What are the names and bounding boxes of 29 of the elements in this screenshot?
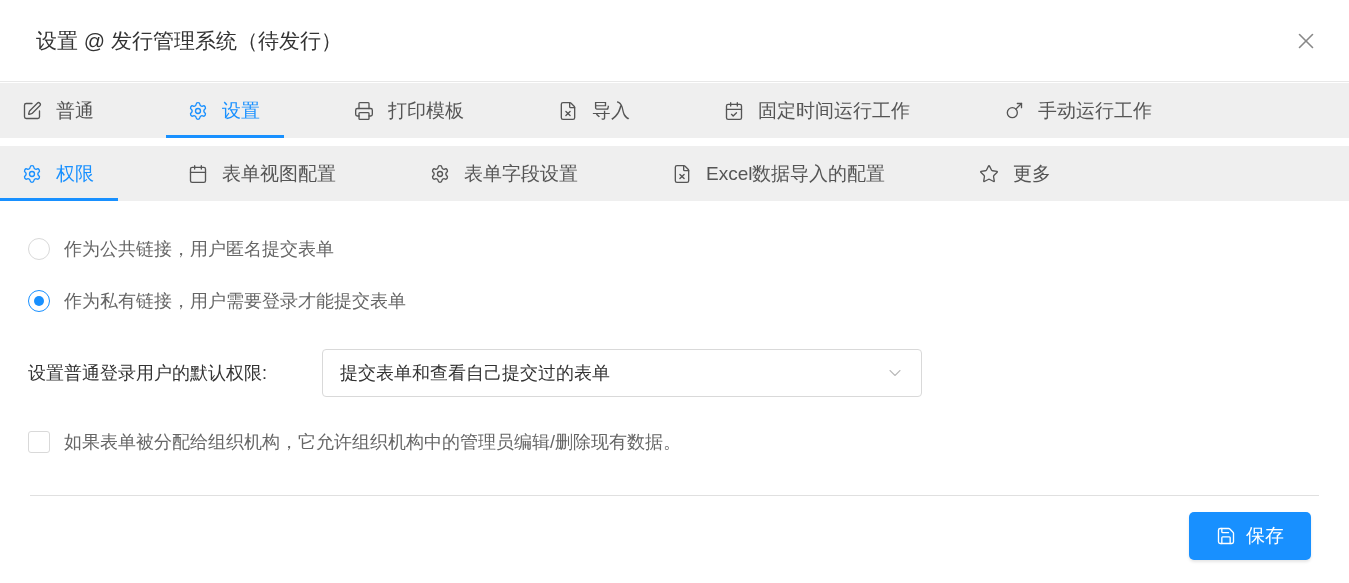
permission-select[interactable]: 提交表单和查看自己提交过的表单	[322, 349, 922, 397]
checkbox[interactable]	[28, 431, 50, 453]
radio-label: 作为公共链接，用户匿名提交表单	[64, 238, 334, 261]
file-icon	[672, 163, 692, 184]
tab[interactable]: Excel数据导入的配置	[650, 146, 910, 201]
tab[interactable]: 普通	[0, 83, 118, 138]
radio-button[interactable]	[28, 290, 50, 312]
tab[interactable]: 手动运行工作	[982, 83, 1176, 138]
calendar-icon	[188, 163, 208, 184]
tab[interactable]: 表单视图配置	[166, 146, 360, 201]
checkbox-label: 如果表单被分配给组织机构，它允许组织机构中的管理员编辑/删除现有数据。	[64, 431, 681, 454]
edit-icon	[22, 100, 42, 121]
star-icon	[979, 163, 1000, 184]
file-icon	[558, 100, 578, 121]
printer-icon	[354, 100, 374, 121]
tab[interactable]: 导入	[536, 83, 654, 138]
tab[interactable]: 更多	[957, 146, 1076, 201]
male-symbol-icon	[1004, 100, 1024, 121]
save-icon	[1216, 526, 1236, 546]
field-label: 设置普通登录用户的默认权限:	[28, 362, 268, 385]
tab[interactable]: 表单字段设置	[408, 146, 602, 201]
settings-icon	[188, 100, 208, 121]
tab[interactable]: 打印模板	[332, 83, 488, 138]
dialog-title: 设置 @ 发行管理系统（待发行）	[36, 27, 342, 54]
tab[interactable]: 固定时间运行工作	[702, 83, 934, 138]
settings-icon	[430, 163, 450, 184]
settings-icon	[22, 163, 42, 184]
calendar-check-icon	[724, 100, 744, 121]
radio-label: 作为私有链接，用户需要登录才能提交表单	[64, 290, 406, 313]
